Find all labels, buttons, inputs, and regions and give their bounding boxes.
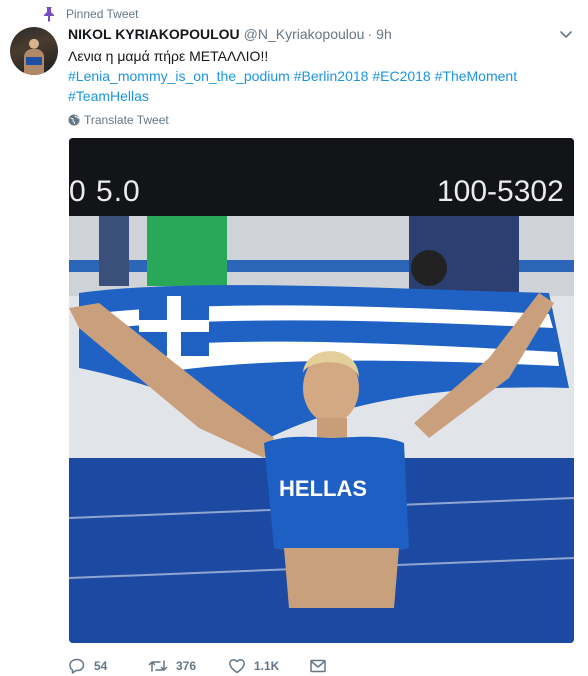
direct-message-button[interactable] [309,656,339,676]
hashtag-link[interactable]: #Lenia_mommy_is_on_the_podium [68,68,290,84]
tweet-timestamp[interactable]: 9h [376,26,392,42]
tweet-text: Λενια η μαμά πήρε ΜΕΤΑΛΛΙΟ!! #Lenia_momm… [68,46,558,106]
scoreboard-right: 100-5302 [437,175,564,208]
globe-icon [68,114,80,126]
reply-count: 54 [94,659,108,673]
author-handle[interactable]: @N_Kyriakopoulou [244,26,365,42]
tweet-actions: 54 376 1.1K [68,656,339,676]
retweet-count: 376 [176,659,197,673]
retweet-button[interactable]: 376 [148,656,228,676]
like-button[interactable]: 1.1K [228,656,309,676]
hashtag-link[interactable]: #EC2018 [372,68,430,84]
hashtag-line: #Lenia_mommy_is_on_the_podium #Berlin201… [68,66,558,86]
tweet[interactable]: Pinned Tweet NIKOL KYRIAKOPOULOU @N_Kyri… [0,0,588,674]
hashtag-link[interactable]: #Berlin2018 [294,68,369,84]
hashtag-line: #TeamHellas [68,86,558,106]
tweet-photo[interactable]: 0 5.0 100-5302 HELLAS [69,138,574,643]
heart-icon [228,657,246,675]
separator-dot: · [367,26,373,42]
hashtag-link[interactable]: #TheMoment [435,68,517,84]
avatar[interactable] [10,27,58,75]
pinned-label: Pinned Tweet [66,7,139,21]
translate-label: Translate Tweet [84,113,169,127]
reply-icon [68,657,86,675]
retweet-icon [148,657,168,675]
translate-tweet-link[interactable]: Translate Tweet [68,112,169,128]
pin-icon [42,6,56,22]
scoreboard-left: 0 5.0 [69,175,141,208]
chevron-down-icon[interactable] [558,28,574,42]
jersey-text: HELLAS [279,476,367,501]
author-name[interactable]: NIKOL KYRIAKOPOULOU [68,26,240,42]
reply-button[interactable]: 54 [68,656,148,676]
envelope-icon [309,657,327,675]
tweet-header: NIKOL KYRIAKOPOULOU @N_Kyriakopoulou · 9… [68,26,392,44]
hashtag-link[interactable]: #TeamHellas [68,88,149,104]
pinned-indicator: Pinned Tweet [42,6,139,22]
like-count: 1.1K [254,659,280,673]
tweet-text-line: Λενια η μαμά πήρε ΜΕΤΑΛΛΙΟ!! [68,48,269,64]
